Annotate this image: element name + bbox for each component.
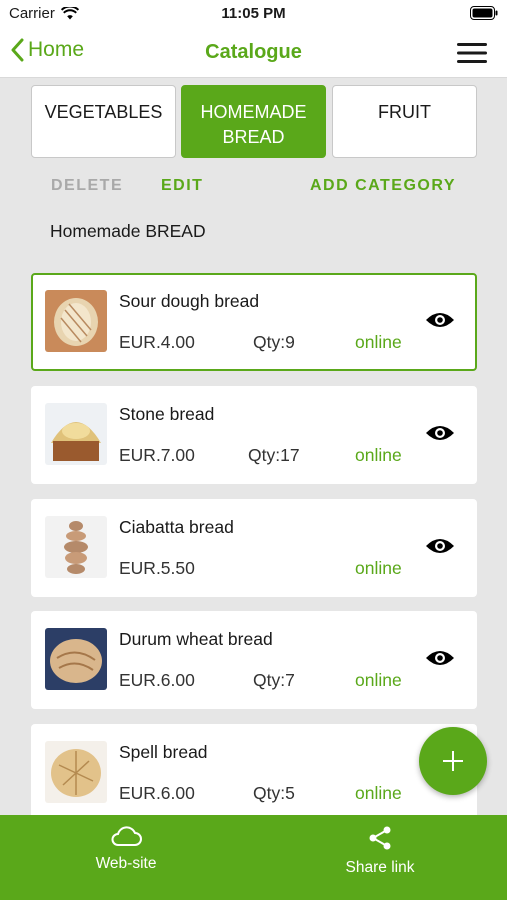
eye-icon (426, 651, 454, 665)
product-card[interactable]: Spell bread EUR.6.00 Qty:5 online (31, 724, 477, 822)
chevron-left-icon (11, 38, 24, 62)
tab-vegetables[interactable]: VEGETABLES (31, 85, 176, 158)
product-quantity: Qty:17 (248, 445, 300, 465)
product-card[interactable]: Sour dough bread EUR.4.00 Qty:9 online (31, 273, 477, 371)
share-label: Share link (345, 859, 415, 876)
view-button[interactable] (425, 535, 455, 562)
product-thumbnail (45, 290, 107, 352)
product-name: Sour dough bread (119, 291, 260, 311)
share-icon (369, 826, 391, 850)
cloud-icon (111, 826, 142, 846)
tab-homemade-bread[interactable]: HOMEMADE BREAD (181, 85, 326, 158)
product-name: Ciabatta bread (119, 517, 234, 537)
view-button[interactable] (425, 422, 455, 449)
eye-icon (426, 539, 454, 553)
product-status: online (355, 445, 402, 465)
back-label: Home (28, 38, 85, 61)
delete-button[interactable]: DELETE (51, 177, 123, 195)
back-button[interactable]: Home (10, 38, 84, 62)
eye-icon (426, 426, 454, 440)
website-label: Web-site (95, 855, 157, 872)
share-link-button[interactable]: Share link (300, 825, 460, 877)
website-button[interactable]: Web-site (46, 825, 206, 873)
product-quantity: Qty:9 (253, 332, 295, 352)
product-thumbnail (45, 403, 107, 465)
add-category-button[interactable]: ADD CATEGORY (310, 177, 456, 195)
view-button[interactable] (425, 647, 455, 674)
product-card[interactable]: Stone bread EUR.7.00 Qty:17 online (31, 386, 477, 484)
product-name: Durum wheat bread (119, 629, 273, 649)
product-thumbnail (45, 516, 107, 578)
product-status: online (355, 332, 402, 352)
product-status: online (355, 783, 402, 803)
battery-icon (470, 6, 498, 24)
product-name: Stone bread (119, 404, 215, 424)
product-thumbnail (45, 628, 107, 690)
product-price: EUR.7.00 (119, 445, 195, 465)
product-price: EUR.6.00 (119, 670, 195, 690)
category-heading: Homemade BREAD (50, 221, 206, 241)
category-tabs: VEGETABLES HOMEMADE BREAD FRUIT (31, 85, 477, 158)
plus-icon (443, 751, 463, 771)
product-thumbnail (45, 741, 107, 803)
product-status: online (355, 670, 402, 690)
product-name: Spell bread (119, 742, 208, 762)
tab-fruit[interactable]: FRUIT (332, 85, 477, 158)
hamburger-menu-icon (457, 43, 487, 63)
product-status: online (355, 558, 402, 578)
add-product-button[interactable] (419, 727, 487, 795)
product-price: EUR.4.00 (119, 332, 195, 352)
product-quantity: Qty:7 (253, 670, 295, 690)
product-card[interactable]: Ciabatta bread EUR.5.50 online (31, 499, 477, 597)
menu-button[interactable] (457, 42, 487, 69)
clock: 11:05 PM (221, 5, 286, 22)
product-price: EUR.5.50 (119, 558, 195, 578)
product-card[interactable]: Durum wheat bread EUR.6.00 Qty:7 online (31, 611, 477, 709)
nav-bar: Home Catalogue (0, 28, 507, 78)
eye-icon (426, 313, 454, 327)
bottom-bar: Web-site Share link (0, 815, 507, 900)
edit-button[interactable]: EDIT (161, 177, 203, 195)
product-quantity: Qty:5 (253, 783, 295, 803)
status-bar: Carrier 11:05 PM (0, 0, 507, 28)
view-button[interactable] (425, 309, 455, 336)
product-price: EUR.6.00 (119, 783, 195, 803)
